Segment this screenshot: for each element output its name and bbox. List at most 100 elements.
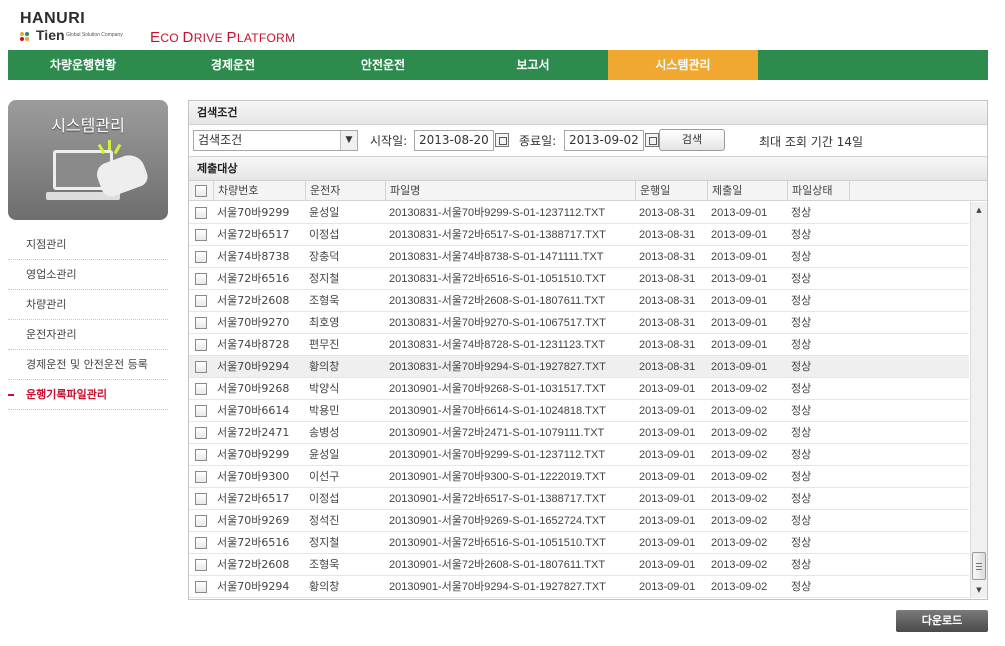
cell-filename: 20130831-서울74바8728-S-01-1231123.TXT [389, 339, 606, 351]
table-row[interactable]: 서울70바9300 이선구 20130901-서울70바9300-S-01-1222… [189, 466, 969, 488]
cell-plate: 서울70바6614 [217, 404, 290, 417]
sidebar-item-driver[interactable]: 운전자관리 [8, 320, 168, 350]
cell-plate: 서울72바2608 [217, 294, 290, 307]
tab-economic-driving[interactable]: 경제운전 [158, 50, 308, 80]
row-checkbox[interactable] [195, 295, 207, 307]
row-checkbox[interactable] [195, 515, 207, 527]
row-checkbox[interactable] [195, 339, 207, 351]
cell-submit-date: 2013-09-01 [711, 339, 768, 351]
scroll-up-icon[interactable]: ▲ [971, 202, 987, 218]
cell-plate: 서울70바9269 [217, 514, 290, 527]
main-panel: 검색조건 검색조건 ▼ 시작일: 2013-08-20 종료일: 2013-09… [188, 100, 988, 600]
cell-status: 정상 [791, 228, 812, 241]
cell-driver: 이정섭 [309, 228, 340, 241]
chevron-down-icon[interactable]: ▼ [340, 131, 357, 150]
calendar-icon[interactable] [645, 133, 659, 147]
row-checkbox[interactable] [195, 493, 207, 505]
cell-status: 정상 [791, 536, 812, 549]
end-date-input[interactable]: 2013-09-02 [564, 130, 644, 151]
row-checkbox[interactable] [195, 317, 207, 329]
row-checkbox[interactable] [195, 559, 207, 571]
cell-drive-date: 2013-09-01 [639, 581, 696, 593]
table-row[interactable]: 서울70바6614 박용민 20130901-서울70바6614-S-01-1024… [189, 400, 969, 422]
table-row[interactable]: 서울70바9270 최호영 20130831-서울70바9270-S-01-1067… [189, 312, 969, 334]
sidebar-item-log-file[interactable]: 운행기록파일관리 [8, 380, 168, 410]
table-row[interactable]: 서울72바2608 조형욱 20130831-서울72바2608-S-01-1807… [189, 290, 969, 312]
row-checkbox[interactable] [195, 361, 207, 373]
cell-submit-date: 2013-09-01 [711, 251, 768, 263]
search-condition-select[interactable]: 검색조건 ▼ [193, 130, 358, 151]
header-filename[interactable]: 파일명 [385, 181, 635, 201]
cell-driver: 조형욱 [309, 558, 340, 571]
table-row[interactable]: 서울70바9299 윤성일 20130901-서울70바9299-S-01-1237… [189, 444, 969, 466]
row-checkbox[interactable] [195, 273, 207, 285]
header-driver[interactable]: 운전자 [305, 181, 385, 201]
header-submit-date[interactable]: 제출일 [707, 181, 787, 201]
cell-submit-date: 2013-09-02 [711, 383, 768, 395]
select-all-checkbox[interactable] [195, 185, 207, 197]
scroll-down-icon[interactable]: ▼ [971, 582, 987, 598]
header-plate[interactable]: 차량번호 [213, 181, 303, 201]
tab-vehicle-status[interactable]: 차량운행현황 [8, 50, 158, 80]
vertical-scrollbar[interactable]: ▲ ▼ [970, 202, 987, 598]
table-row[interactable]: 서울72바6517 이정섭 20130831-서울72바6517-S-01-1388… [189, 224, 969, 246]
row-checkbox[interactable] [195, 405, 207, 417]
row-checkbox[interactable] [195, 383, 207, 395]
table-row[interactable]: 서울72바6517 이정섭 20130901-서울72바6517-S-01-1388… [189, 488, 969, 510]
tab-reports[interactable]: 보고서 [458, 50, 608, 80]
cell-submit-date: 2013-09-02 [711, 427, 768, 439]
table-row[interactable]: 서울72바6516 정지철 20130831-서울72바6516-S-01-1051… [189, 268, 969, 290]
cell-submit-date: 2013-09-01 [711, 207, 768, 219]
row-checkbox[interactable] [195, 251, 207, 263]
cell-filename: 20130831-서울74바8738-S-01-1471111.TXT [389, 251, 604, 263]
cell-driver: 정지철 [309, 272, 340, 285]
row-checkbox[interactable] [195, 427, 207, 439]
sidebar-item-branch[interactable]: 지점관리 [8, 230, 168, 260]
row-checkbox[interactable] [195, 207, 207, 219]
cell-driver: 황의창 [309, 360, 340, 373]
table-row[interactable]: 서울70바9294 황의창 20130901-서울70바9294-S-01-1927… [189, 576, 969, 598]
row-checkbox[interactable] [195, 229, 207, 241]
start-date-input[interactable]: 2013-08-20 [414, 130, 494, 151]
download-button[interactable]: 다운로드 [896, 610, 988, 632]
sidebar-item-driving-registration[interactable]: 경제운전 및 안전운전 등록 [8, 350, 168, 380]
cell-filename: 20130901-서울70바9300-S-01-1222019.TXT [389, 471, 606, 483]
sidebar-item-vehicle[interactable]: 차량관리 [8, 290, 168, 320]
tab-system-management[interactable]: 시스템관리 [608, 50, 758, 80]
cell-driver: 조형욱 [309, 294, 340, 307]
row-checkbox[interactable] [195, 537, 207, 549]
cell-driver: 박용민 [309, 404, 340, 417]
table-row[interactable]: 서울74바8738 장충덕 20130831-서울74바8738-S-01-1471… [189, 246, 969, 268]
spark-icon [113, 143, 122, 155]
table-row[interactable]: 서울70바9299 윤성일 20130831-서울70바9299-S-01-1237… [189, 202, 969, 224]
table-row[interactable]: 서울72바6516 정지철 20130901-서울72바6516-S-01-1051… [189, 532, 969, 554]
table-row[interactable]: 서울70바9269 정석진 20130901-서울70바9269-S-01-1652… [189, 510, 969, 532]
table-row[interactable]: 서울74바8728 편무진 20130831-서울74바8728-S-01-1231… [189, 334, 969, 356]
cell-filename: 20130901-서울70바9268-S-01-1031517.TXT [389, 383, 606, 395]
search-button[interactable]: 검색 [659, 129, 725, 151]
calendar-icon[interactable] [495, 133, 509, 147]
cell-status: 정상 [791, 250, 812, 263]
table-row[interactable]: 서울72바2471 송병성 20130901-서울72바2471-S-01-1079… [189, 422, 969, 444]
cell-drive-date: 2013-09-01 [639, 383, 696, 395]
table-row[interactable]: 서울70바9294 황의창 20130831-서울70바9294-S-01-1927… [189, 356, 969, 378]
header-drive-date[interactable]: 운행일 [635, 181, 707, 201]
cell-submit-date: 2013-09-02 [711, 471, 768, 483]
table-row[interactable]: 서울72바2608 조형욱 20130901-서울72바2608-S-01-1807… [189, 554, 969, 576]
cell-filename: 20130831-서울72바2608-S-01-1807611.TXT [389, 295, 606, 307]
cell-plate: 서울70바9299 [217, 206, 290, 219]
cell-filename: 20130901-서울70바9299-S-01-1237112.TXT [389, 449, 606, 461]
cell-status: 정상 [791, 492, 812, 505]
table-row[interactable]: 서울70바9268 박양식 20130901-서울70바9268-S-01-1031… [189, 378, 969, 400]
spark-icon [108, 140, 111, 150]
row-checkbox[interactable] [195, 449, 207, 461]
scroll-thumb[interactable] [972, 552, 986, 580]
tab-safe-driving[interactable]: 안전운전 [308, 50, 458, 80]
sidebar-item-sales-office[interactable]: 영업소관리 [8, 260, 168, 290]
row-checkbox[interactable] [195, 581, 207, 593]
row-checkbox[interactable] [195, 471, 207, 483]
cell-driver: 윤성일 [309, 448, 340, 461]
sidebar-item-label: 운행기록파일관리 [26, 388, 107, 401]
header-status[interactable]: 파일상태 [787, 181, 849, 201]
cell-status: 정상 [791, 426, 812, 439]
